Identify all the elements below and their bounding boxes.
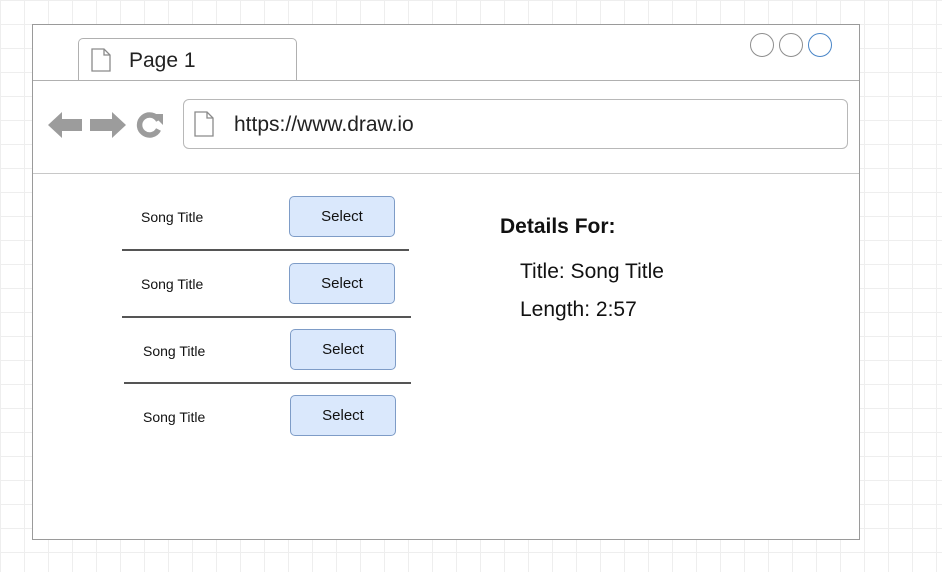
select-button[interactable]: Select [290,395,396,436]
tab-bar-divider [33,80,859,81]
tab-page-1[interactable]: Page 1 [78,38,297,81]
page-icon [91,48,111,72]
select-button[interactable]: Select [289,263,395,304]
arrow-right-icon[interactable] [89,110,127,140]
arrow-left-icon[interactable] [47,110,83,140]
browser-window: Page 1 https://www.draw.io Song Title Se… [32,24,860,540]
details-length: Length: 2:57 [520,298,637,321]
address-bar[interactable]: https://www.draw.io [183,99,848,149]
row-divider [122,249,409,251]
toolbar-divider [33,173,859,174]
song-title: Song Title [141,209,204,225]
minimize-button[interactable] [750,33,774,57]
details-heading: Details For: [500,215,616,238]
select-button[interactable]: Select [289,196,395,237]
details-title: Title: Song Title [520,260,664,283]
row-divider [124,382,411,384]
url-text: https://www.draw.io [234,113,414,136]
tab-label: Page 1 [129,49,196,72]
song-title: Song Title [143,343,206,359]
song-title: Song Title [143,409,206,425]
row-divider [122,316,411,318]
select-button[interactable]: Select [290,329,396,370]
close-button[interactable] [808,33,832,57]
refresh-icon[interactable] [135,110,165,140]
page-icon [194,111,214,137]
maximize-button[interactable] [779,33,803,57]
song-title: Song Title [141,276,204,292]
